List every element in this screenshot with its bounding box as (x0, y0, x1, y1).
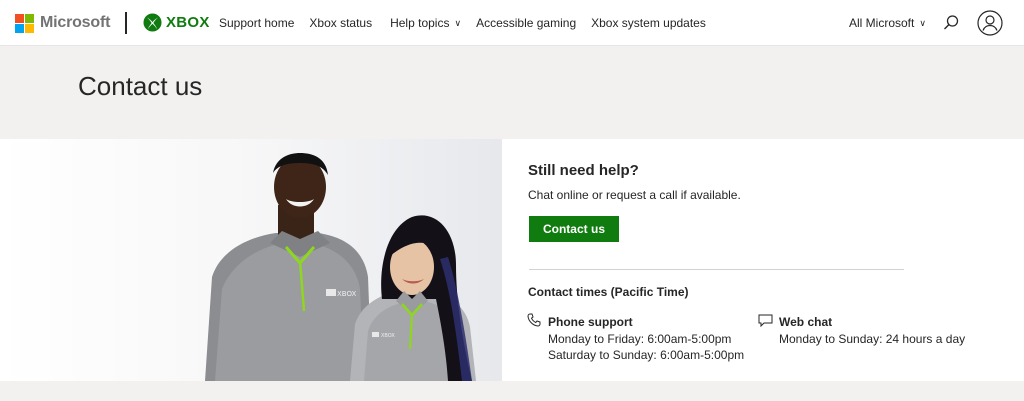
nav-label: Accessible gaming (476, 16, 577, 30)
search-icon[interactable] (942, 14, 960, 32)
hero-banner: Contact us (0, 46, 1024, 139)
nav-label: Xbox status (309, 16, 373, 30)
microsoft-logo[interactable]: Microsoft (15, 13, 110, 33)
all-microsoft-menu[interactable]: All Microsoft ∨ (849, 16, 926, 30)
contact-us-button[interactable]: Contact us (529, 216, 619, 242)
svg-text:XBOX: XBOX (381, 333, 395, 339)
header-divider (125, 12, 127, 34)
section-divider (529, 269, 904, 270)
nav-label: Support home (219, 16, 295, 30)
nav-xbox-status[interactable]: Xbox status (309, 16, 372, 30)
nav-help-topics[interactable]: Help topics ∨ (390, 16, 461, 30)
chevron-down-icon: ∨ (454, 17, 462, 28)
support-agents-illustration: XBOX XBOX (0, 139, 502, 381)
nav-label: Help topics (390, 16, 450, 30)
top-nav: Support home Xbox status Help topics ∨ Ac… (219, 16, 721, 30)
nav-label: Xbox system updates (591, 16, 706, 30)
chevron-down-icon: ∨ (919, 17, 926, 28)
nav-xbox-system-updates[interactable]: Xbox system updates (591, 16, 706, 30)
footer-band (0, 381, 1024, 401)
web-chat-title: Web chat (779, 315, 833, 329)
phone-icon (527, 313, 541, 327)
xbox-wordmark: XBOX (166, 14, 210, 31)
nav-accessible-gaming[interactable]: Accessible gaming (476, 16, 576, 30)
chat-icon (758, 314, 773, 327)
web-chat-hours: Monday to Sunday: 24 hours a day (779, 332, 966, 346)
microsoft-wordmark: Microsoft (40, 14, 111, 31)
xbox-sphere-icon (143, 13, 162, 32)
svg-text:XBOX: XBOX (337, 290, 357, 298)
page-title: Contact us (78, 71, 203, 101)
all-microsoft-label: All Microsoft (849, 16, 915, 30)
help-subtitle: Chat online or request a call if availab… (528, 188, 741, 202)
account-icon[interactable] (977, 10, 1003, 36)
site-header: Microsoft XBOX Support home Xbox status … (0, 0, 1024, 46)
xbox-logo[interactable]: XBOX (143, 13, 210, 32)
phone-hours-weekday: Monday to Friday: 6:00am-5:00pm (548, 332, 732, 346)
support-agents-photo: XBOX XBOX (0, 139, 502, 381)
contact-times-title: Contact times (Pacific Time) (528, 285, 689, 299)
help-title: Still need help? (528, 162, 639, 179)
phone-hours-weekend: Saturday to Sunday: 6:00am-5:00pm (548, 348, 745, 362)
phone-support-title: Phone support (548, 315, 633, 329)
help-panel: Still need help? Chat online or request … (502, 139, 1024, 381)
microsoft-logo-icon (15, 13, 34, 33)
nav-support-home[interactable]: Support home (219, 16, 294, 30)
